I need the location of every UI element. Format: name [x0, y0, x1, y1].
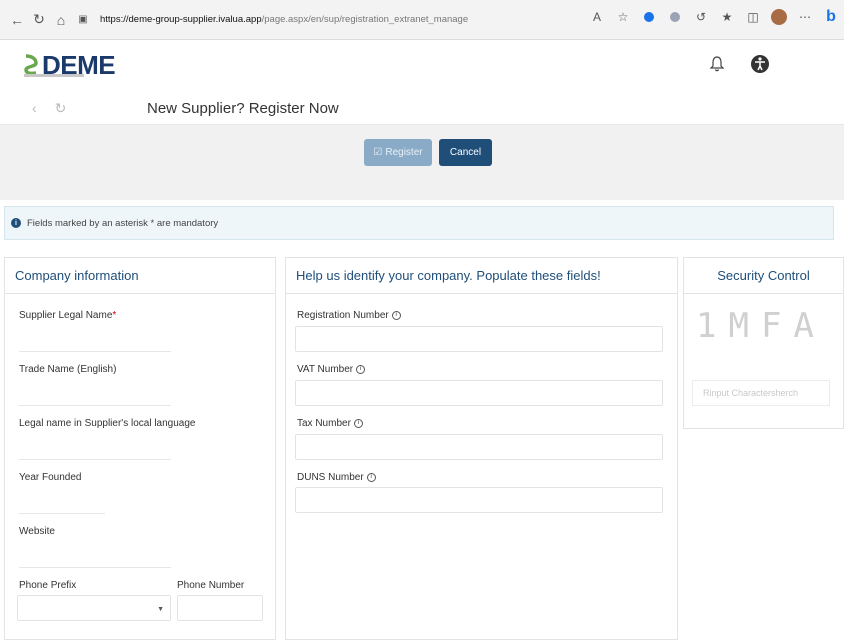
browser-tools: A ☆ ↺ ★ ◫ ⋯ b — [588, 8, 840, 26]
phone-number-label: Phone Number — [177, 580, 245, 591]
website-input[interactable] — [19, 542, 171, 568]
legal-name-input[interactable] — [19, 326, 171, 352]
website-label: Website — [19, 526, 55, 537]
identify-company-heading: Help us identify your company. Populate … — [286, 258, 677, 294]
dropdown-caret-icon: ▼ — [157, 606, 164, 613]
captcha-input[interactable]: Rinput Charactersherch — [692, 380, 830, 406]
url-host: https://deme-group-supplier.ivalua.app — [100, 14, 262, 25]
logo-tagline — [24, 74, 84, 77]
page-title-bar: ‹ ↻ New Supplier? Register Now — [0, 95, 844, 125]
accessibility-icon[interactable] — [750, 54, 770, 74]
company-information-heading: Company information — [5, 258, 275, 294]
security-control-heading: Security Control — [684, 258, 843, 294]
vat-number-input[interactable] — [295, 380, 663, 406]
site-header: DEME — [0, 40, 844, 95]
page-nav: ‹ ↻ — [32, 100, 66, 117]
required-asterisk: * — [112, 310, 117, 321]
legal-name-label: Supplier Legal Name* — [19, 310, 116, 321]
back-arrow-icon[interactable]: ← — [6, 9, 28, 31]
phone-number-input[interactable] — [177, 595, 263, 621]
info-icon: i — [11, 218, 21, 228]
refresh-icon[interactable]: ↻ — [28, 9, 50, 31]
trade-name-input[interactable] — [19, 380, 171, 406]
split-screen-icon[interactable]: ↺ — [692, 8, 710, 26]
favorites-icon[interactable]: ★ — [718, 8, 736, 26]
registration-number-input[interactable] — [295, 326, 663, 352]
company-information-panel: Company information Supplier Legal Name*… — [4, 257, 276, 640]
tax-number-label-text: Tax Number — [297, 418, 351, 429]
collections-icon[interactable]: ◫ — [744, 8, 762, 26]
bing-icon[interactable]: b — [822, 8, 840, 26]
legal-name-label-text: Supplier Legal Name — [19, 310, 113, 321]
page-title: New Supplier? Register Now — [147, 100, 339, 117]
local-name-input[interactable] — [19, 434, 171, 460]
help-icon[interactable]: i — [366, 472, 376, 482]
identify-company-panel: Help us identify your company. Populate … — [285, 257, 678, 640]
read-aloud-icon[interactable]: A — [588, 8, 606, 26]
duns-number-label-text: DUNS Number — [297, 472, 364, 483]
duns-number-label: DUNS Number i — [297, 472, 376, 483]
browser-toolbar: ← ↻ ⌂ ▣ https://deme-group-supplier.ival… — [0, 0, 844, 40]
vat-number-label: VAT Number i — [297, 364, 366, 375]
more-menu-icon[interactable]: ⋯ — [796, 8, 814, 26]
help-icon[interactable]: i — [356, 364, 366, 374]
extension-gray-icon[interactable] — [666, 8, 684, 26]
tax-number-input[interactable] — [295, 434, 663, 460]
register-icon: ☑ — [373, 147, 383, 158]
notice-text: Fields marked by an asterisk * are manda… — [27, 217, 219, 229]
address-bar[interactable]: https://deme-group-supplier.ivalua.app/p… — [100, 8, 600, 32]
phone-prefix-select[interactable]: ▼ — [17, 595, 171, 621]
header-icons — [710, 54, 770, 74]
trade-name-label: Trade Name (English) — [19, 364, 117, 375]
action-bar: ☑ Register Cancel — [0, 125, 844, 200]
year-founded-label: Year Founded — [19, 472, 82, 483]
home-icon[interactable]: ⌂ — [50, 9, 72, 31]
cancel-button[interactable]: Cancel — [439, 139, 492, 166]
tax-number-label: Tax Number i — [297, 418, 363, 429]
registration-number-label: Registration Number i — [297, 310, 401, 321]
favorite-star-icon[interactable]: ☆ — [614, 8, 632, 26]
extension-blue-icon[interactable] — [640, 8, 658, 26]
year-founded-input[interactable] — [19, 488, 105, 514]
profile-avatar-icon[interactable] — [770, 8, 788, 26]
captcha-image: 1MFA — [696, 306, 826, 346]
registration-number-label-text: Registration Number — [297, 310, 389, 321]
help-icon[interactable]: i — [391, 310, 401, 320]
local-name-label: Legal name in Supplier's local language — [19, 418, 196, 429]
duns-number-input[interactable] — [295, 487, 663, 513]
help-icon[interactable]: i — [353, 418, 363, 428]
register-button[interactable]: ☑ Register — [364, 139, 432, 166]
back-chevron-icon[interactable]: ‹ — [32, 100, 37, 117]
history-icon[interactable]: ↻ — [55, 100, 67, 117]
register-label: Register — [385, 147, 423, 158]
security-control-panel: Security Control 1MFA Rinput Charactersh… — [683, 257, 844, 429]
mandatory-notice: i Fields marked by an asterisk * are man… — [4, 206, 834, 240]
lock-icon[interactable]: ▣ — [72, 9, 94, 31]
notification-bell-icon[interactable] — [710, 56, 724, 72]
vat-number-label-text: VAT Number — [297, 364, 354, 375]
url-path: /page.aspx/en/sup/registration_extranet_… — [261, 14, 469, 25]
phone-prefix-label: Phone Prefix — [19, 580, 77, 591]
